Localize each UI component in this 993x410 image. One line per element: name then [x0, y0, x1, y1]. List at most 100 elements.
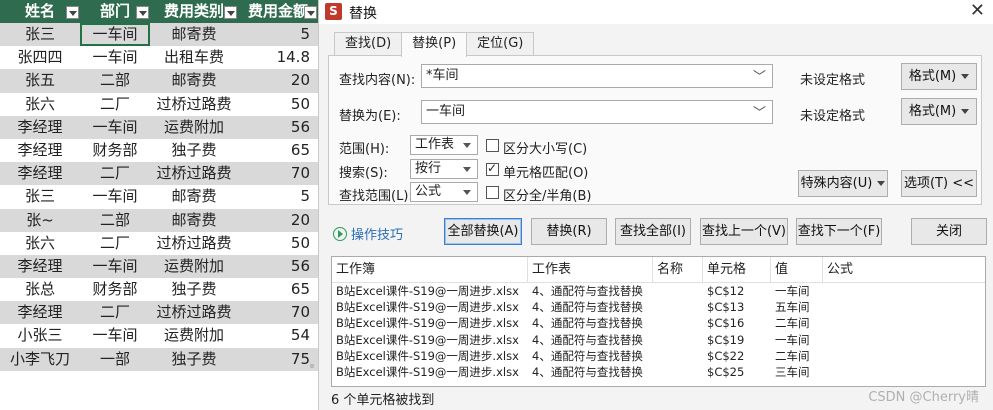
cell-name[interactable]: 李经理 — [0, 139, 80, 162]
filter-dropdown-icon[interactable] — [304, 6, 317, 19]
cell-department[interactable]: 一车间 — [80, 255, 150, 278]
replace-all-button[interactable]: 全部替换(A) — [444, 218, 522, 245]
results-col-value[interactable]: 值 — [771, 257, 823, 283]
cell-category[interactable]: 过桥过路费 — [150, 232, 238, 255]
cell-department[interactable]: 一车间 — [80, 185, 150, 208]
filter-dropdown-icon[interactable] — [224, 6, 237, 19]
cell-category[interactable]: 过桥过路费 — [150, 301, 238, 324]
cell-name[interactable]: 张六 — [0, 232, 80, 255]
cell-department[interactable]: 财务部 — [80, 139, 150, 162]
cell-category[interactable]: 邮寄费 — [150, 185, 238, 208]
cell-name[interactable]: 张总 — [0, 278, 80, 301]
replace-button[interactable]: 替换(R) — [531, 218, 607, 245]
results-col-name[interactable]: 名称 — [653, 257, 703, 283]
cell-category[interactable]: 过桥过路费 — [150, 162, 238, 185]
filter-dropdown-icon[interactable] — [66, 6, 79, 19]
cell-category[interactable]: 独子费 — [150, 139, 238, 162]
results-row[interactable]: B站Excel课件-S19@一周进步.xlsx 4、通配符与查找替换 $C$19 一车… — [332, 332, 985, 348]
cell-category[interactable]: 运费附加 — [150, 324, 238, 347]
cell-category[interactable]: 独子费 — [150, 278, 238, 301]
cell-department[interactable]: 财务部 — [80, 278, 150, 301]
cell-department[interactable]: 二厂 — [80, 162, 150, 185]
find-format-button[interactable]: 格式(M) — [901, 63, 977, 90]
cell-amount[interactable]: 20 — [238, 209, 318, 232]
cell-amount[interactable]: 50 — [238, 232, 318, 255]
cell-name[interactable]: 李经理 — [0, 116, 80, 139]
cell-amount[interactable]: 20 — [238, 69, 318, 92]
replace-format-button[interactable]: 格式(M) — [901, 98, 977, 125]
results-list[interactable]: 工作簿 工作表 名称 单元格 值 公式 B站Excel课件-S19@一周进步.x… — [331, 256, 986, 387]
cell-amount[interactable]: 56 — [238, 116, 318, 139]
cell-category[interactable]: 邮寄费 — [150, 23, 238, 46]
cell-department[interactable]: 二厂 — [80, 301, 150, 324]
cell-department[interactable]: 一车间 — [80, 23, 150, 47]
cell-category[interactable]: 出租车费 — [150, 46, 238, 69]
results-row[interactable]: B站Excel课件-S19@一周进步.xlsx 4、通配符与查找替换 $C$13 五车… — [332, 299, 985, 315]
cell-amount[interactable]: 70 — [238, 301, 318, 324]
cell-amount[interactable]: 56 — [238, 255, 318, 278]
tab-goto[interactable]: 定位(G) — [466, 32, 535, 56]
cell-department[interactable]: 一部 — [80, 348, 150, 371]
cell-name[interactable]: 小张三 — [0, 324, 80, 347]
options-button[interactable]: 选项(T) << — [901, 170, 977, 197]
cell-department[interactable]: 二厂 — [80, 93, 150, 116]
cell-department[interactable]: 一车间 — [80, 324, 150, 347]
close-button[interactable]: 关闭 — [911, 218, 987, 245]
cell-amount[interactable]: 65 — [238, 139, 318, 162]
cell-name[interactable]: 小李飞刀 — [0, 348, 80, 371]
cell-name[interactable]: 李经理 — [0, 255, 80, 278]
results-row[interactable]: B站Excel课件-S19@一周进步.xlsx 4、通配符与查找替换 $C$22 二车… — [332, 348, 985, 364]
results-col-workbook[interactable]: 工作簿 — [332, 257, 528, 283]
results-col-sheet[interactable]: 工作表 — [528, 257, 653, 283]
search-order-select[interactable]: 按行 — [410, 159, 478, 179]
chevron-down-icon[interactable]: ﹀ — [753, 103, 766, 125]
cell-category[interactable]: 邮寄费 — [150, 69, 238, 92]
cell-department[interactable]: 一车间 — [80, 46, 150, 69]
close-icon[interactable]: ✕ — [970, 1, 985, 21]
find-next-button[interactable]: 查找下一个(F) — [796, 218, 882, 245]
cell-name[interactable]: 张三 — [0, 23, 80, 46]
tab-find[interactable]: 查找(D) — [334, 32, 403, 56]
cell-name[interactable]: 张六 — [0, 93, 80, 116]
cell-name[interactable]: 张四四 — [0, 46, 80, 69]
find-input[interactable]: *车间 ﹀ — [421, 64, 773, 88]
tab-replace[interactable]: 替换(P) — [401, 32, 468, 57]
cell-category[interactable]: 邮寄费 — [150, 209, 238, 232]
special-content-button[interactable]: 特殊内容(U) — [798, 170, 888, 197]
cell-department[interactable]: 二部 — [80, 69, 150, 92]
cell-amount[interactable]: 5 — [238, 23, 318, 46]
filter-dropdown-icon[interactable] — [136, 6, 149, 19]
results-col-cell[interactable]: 单元格 — [703, 257, 771, 283]
cell-amount[interactable]: 54 — [238, 324, 318, 347]
cell-category[interactable]: 运费附加 — [150, 255, 238, 278]
cell-amount[interactable]: 65 — [238, 278, 318, 301]
find-previous-button[interactable]: 查找上一个(V) — [700, 218, 788, 245]
match-entire-cell-checkbox[interactable] — [486, 161, 499, 176]
results-row[interactable]: B站Excel课件-S19@一周进步.xlsx 4、通配符与查找替换 $C$25 三车… — [332, 364, 985, 380]
find-all-button[interactable]: 查找全部(I) — [615, 218, 691, 245]
results-row[interactable]: B站Excel课件-S19@一周进步.xlsx 4、通配符与查找替换 $C$16 二车… — [332, 315, 985, 331]
cell-amount[interactable]: 14.8 — [238, 46, 318, 69]
results-row[interactable]: B站Excel课件-S19@一周进步.xlsx 4、通配符与查找替换 $C$12 一车… — [332, 283, 985, 299]
tips-link[interactable]: 操作技巧 — [333, 224, 403, 243]
cell-department[interactable]: 二部 — [80, 209, 150, 232]
cell-name[interactable]: 张~ — [0, 209, 80, 232]
cell-amount[interactable]: 75 — [238, 348, 318, 371]
cell-category[interactable]: 运费附加 — [150, 116, 238, 139]
cell-name[interactable]: 李经理 — [0, 162, 80, 185]
cell-amount[interactable]: 50 — [238, 93, 318, 116]
fill-handle[interactable] — [310, 364, 314, 368]
scope-select[interactable]: 工作表 — [410, 135, 478, 155]
cell-department[interactable]: 二厂 — [80, 232, 150, 255]
cell-category[interactable]: 过桥过路费 — [150, 93, 238, 116]
cell-amount[interactable]: 5 — [238, 185, 318, 208]
results-col-formula[interactable]: 公式 — [823, 257, 983, 283]
cell-amount[interactable]: 70 — [238, 162, 318, 185]
match-case-checkbox[interactable] — [486, 139, 499, 152]
cell-department[interactable]: 一车间 — [80, 116, 150, 139]
cell-name[interactable]: 张五 — [0, 69, 80, 92]
replace-input[interactable]: 一车间 ﹀ — [421, 100, 773, 124]
cell-name[interactable]: 李经理 — [0, 301, 80, 324]
look-in-select[interactable]: 公式 — [410, 182, 478, 202]
match-width-checkbox[interactable] — [486, 186, 499, 199]
